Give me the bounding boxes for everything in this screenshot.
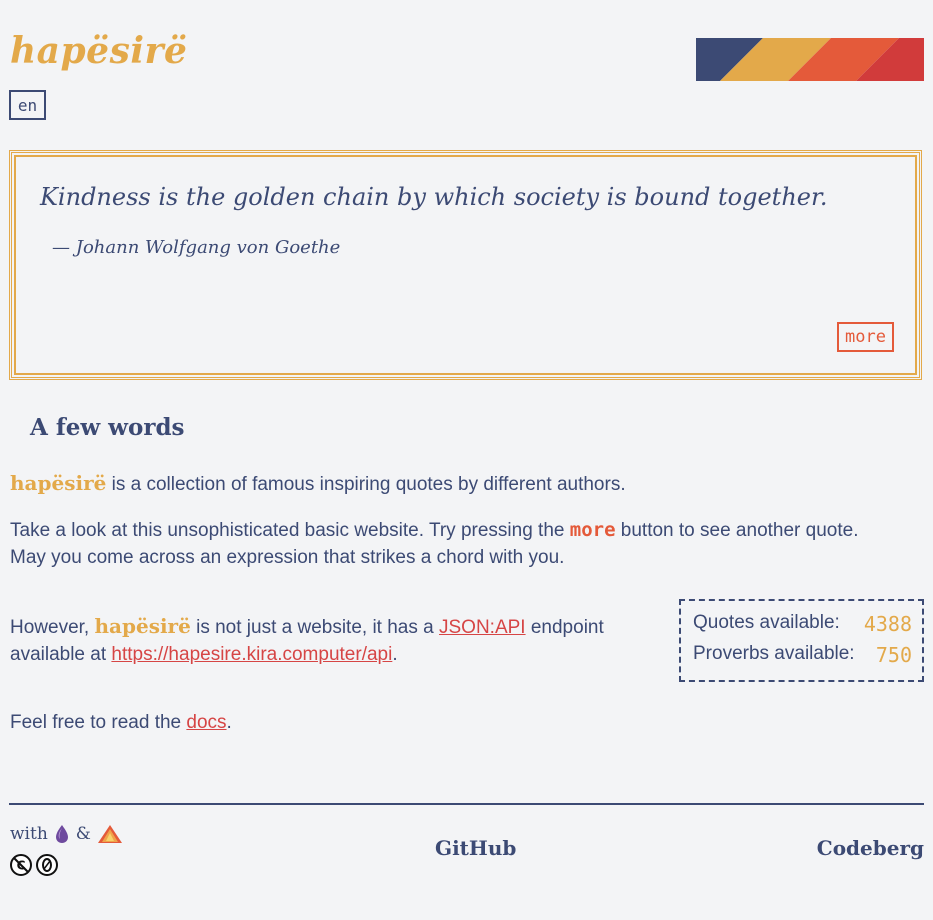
site-logo[interactable]: hapësirë (10, 30, 187, 72)
made-with: with & (10, 824, 123, 844)
github-link[interactable]: GitHub (435, 836, 516, 860)
cc-zero-icon (36, 854, 58, 876)
quote-card: Kindness is the golden chain by which so… (9, 150, 922, 380)
brand-stripes (696, 38, 924, 81)
about-text: button to see another quote. (615, 520, 859, 541)
about-text: May you come across an expression that s… (10, 547, 565, 568)
proverbs-available-label: Proverbs available: (693, 643, 855, 664)
brand-name: hapësirë (94, 614, 191, 638)
about-text: endpoint (525, 617, 604, 638)
api-url-link[interactable]: https://hapesire.kira.computer/api (111, 644, 392, 665)
quote-text: Kindness is the golden chain by which so… (40, 183, 828, 211)
proverbs-available-count: 750 (875, 643, 912, 667)
more-button[interactable]: more (837, 322, 894, 352)
made-with-label: with (10, 824, 48, 844)
docs-link[interactable]: docs (186, 712, 226, 733)
about-paragraph-2: Take a look at this unsophisticated basi… (10, 517, 858, 571)
footer-divider (9, 803, 924, 805)
brand-name: hapësirë (10, 471, 107, 495)
svelte-tower-icon (97, 825, 122, 843)
inline-more-label: more (569, 519, 616, 541)
about-paragraph-3: However, hapësirë is not just a website,… (10, 613, 604, 668)
about-paragraph-1: hapësirë is a collection of famous inspi… (10, 470, 626, 498)
ampersand: & (75, 824, 91, 844)
cc-no-copyright-icon: C (10, 854, 32, 876)
quotes-available-count: 4388 (863, 612, 912, 636)
about-text: However, (10, 617, 95, 638)
about-text: . (392, 644, 398, 665)
language-selector[interactable]: en (9, 90, 46, 120)
about-text: . (226, 712, 232, 733)
section-title: A few words (30, 414, 185, 441)
about-text: is a collection of famous inspiring quot… (106, 474, 626, 495)
elixir-icon (55, 825, 68, 843)
about-paragraph-4: Feel free to read the docs. (10, 709, 232, 736)
about-text: Feel free to read the (10, 712, 187, 733)
quote-author: — Johann Wolfgang von Goethe (52, 237, 341, 258)
license-badges: C (10, 854, 58, 876)
jsonapi-link[interactable]: JSON:API (439, 617, 526, 638)
about-text: is not just a website, it has a (190, 617, 439, 638)
about-text: Take a look at this unsophisticated basi… (10, 520, 570, 541)
stats-box: Quotes available: 4388 Proverbs availabl… (679, 599, 924, 682)
quotes-available-label: Quotes available: (693, 612, 840, 633)
codeberg-link[interactable]: Codeberg (817, 836, 924, 860)
about-text: available at (10, 644, 112, 665)
